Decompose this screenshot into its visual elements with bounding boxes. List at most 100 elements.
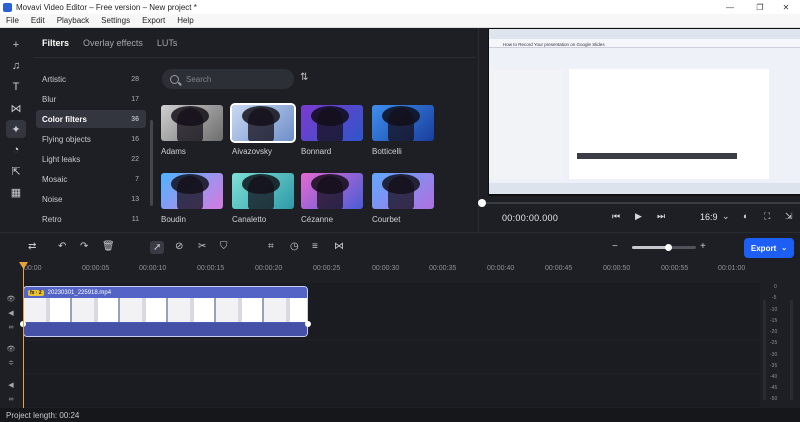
transitions-icon[interactable]: ⋈ [6,99,26,117]
ruler-tick: 00:00:05 [82,265,110,272]
category-item-selected[interactable]: Color filters 36 [36,110,146,128]
select-tool-icon[interactable]: ➚ [150,241,165,254]
audio-mute-icon[interactable]: ◀ [0,306,22,320]
stickers-icon[interactable]: ◔ [6,141,26,159]
add-media-icon[interactable]: + [6,36,26,54]
preview-recorder-bar [577,153,737,159]
visibility-icon[interactable]: 👁 [0,292,22,306]
category-item[interactable]: Flying objects 16 [36,130,146,148]
category-scrollbar[interactable] [150,120,153,206]
meter-label: -15 [770,318,778,324]
track-settings-icon[interactable]: ⇄ [28,241,36,252]
search-input[interactable]: Search [162,69,294,89]
filters-icon[interactable]: ✦ [6,120,26,138]
export-button[interactable]: Export ⌄ [744,238,794,258]
timecode: 00:00:00.000 [502,213,559,223]
split-icon[interactable]: ✂ [198,241,206,252]
menu-edit[interactable]: Edit [31,16,45,25]
zoom-in-icon[interactable]: + [700,241,706,252]
export-label: Export [750,243,777,253]
redo-icon[interactable]: ↷ [80,241,88,252]
category-item[interactable]: Artistic 28 [36,70,146,88]
lock-icon[interactable]: ≑ [0,356,22,370]
ruler-tick: 00:00:20 [255,265,283,272]
preview-scrubber[interactable] [480,202,800,204]
more-tools-icon[interactable]: ▦ [6,183,26,201]
next-frame-icon[interactable]: ⏭ [657,211,665,222]
text-icon[interactable]: T [6,78,26,96]
tab-filters[interactable]: Filters [42,38,69,52]
tab-luts[interactable]: LUTs [157,38,178,52]
timeline-ruler[interactable]: 00:00 00:00:05 00:00:10 00:00:15 00:00:2… [20,262,758,276]
category-item[interactable]: Noise 13 [36,190,146,208]
filter-thumbnail [232,173,294,209]
maximize-icon[interactable]: ❐ [746,0,774,14]
category-item[interactable]: Retro 11 [36,210,146,228]
menu-export[interactable]: Export [142,16,165,25]
speed-icon[interactable]: ◷ [290,241,299,252]
disable-icon[interactable]: ⊘ [175,241,183,252]
marker-icon[interactable]: ⛉ [220,241,228,252]
filter-tile[interactable]: Courbet [372,173,434,224]
aspect-ratio[interactable]: 16:9 [700,212,718,222]
video-clip[interactable]: fx · 2 20230301_225918.mp4 [23,286,308,337]
menu-settings[interactable]: Settings [101,16,130,25]
filter-tile[interactable]: Bonnard [301,105,363,156]
link-icon[interactable]: ∞ [0,320,22,334]
menu-file[interactable]: File [6,16,19,25]
close-icon[interactable]: ✕ [772,0,800,14]
minimize-icon[interactable]: — [716,0,744,14]
crop-icon[interactable]: ⌗ [268,241,274,252]
transition-icon[interactable]: ⋈ [334,241,344,252]
play-icon[interactable]: ▶ [635,211,642,222]
popout-icon[interactable]: ⇲ [785,211,793,222]
preview-scrubber-knob[interactable] [478,199,486,207]
filter-label: Cézanne [301,215,334,224]
music-icon[interactable]: ♫ [6,57,26,75]
audio-mute-icon[interactable]: ◀ [0,378,22,392]
filter-thumbnail [161,105,223,141]
zoom-slider-knob[interactable] [665,244,672,251]
chevron-down-icon[interactable]: ⌄ [722,211,730,222]
sort-icon[interactable]: ⇅ [300,72,308,83]
adjust-icon[interactable]: ≡ [312,241,318,252]
preview-doc-title: How to Record Your presentation on Googl… [503,42,605,47]
menu-playback[interactable]: Playback [57,16,89,25]
filter-tile-selected[interactable]: Aivazovsky [230,103,296,156]
category-item[interactable]: Blur 17 [36,90,146,108]
audio-track[interactable] [22,375,760,407]
preview-doc-outline [489,69,563,179]
filter-tile[interactable]: Cézanne [301,173,363,224]
undo-icon[interactable]: ↶ [58,241,66,252]
search-placeholder: Search [186,74,212,84]
zoom-out-icon[interactable]: − [612,241,618,252]
link-icon[interactable]: ∞ [0,392,22,406]
filter-label: Courbet [372,215,401,224]
meter-bar-left [763,300,766,400]
category-label: Retro [42,214,62,224]
fullscreen-icon[interactable]: ⛶ [764,211,770,222]
menu-help[interactable]: Help [177,16,193,25]
category-label: Flying objects [42,134,91,144]
filter-tile[interactable]: Boudin [161,173,223,224]
delete-icon[interactable]: 🗑 [102,241,115,252]
clip-trim-handle-right[interactable] [305,321,311,327]
callouts-icon[interactable]: ⇱ [6,162,26,180]
category-item[interactable]: Mosaic 7 [36,170,146,188]
filter-tile[interactable]: Botticelli [372,105,434,156]
title-bar: Movavi Video Editor – Free version – New… [0,0,800,14]
meter-label: -50 [770,396,778,402]
effects-tabs: Filters Overlay effects LUTs [42,38,191,52]
volume-icon[interactable]: ◖ [742,211,747,221]
filter-tile[interactable]: Canaletto [232,173,294,224]
overlay-track[interactable] [22,341,760,373]
previous-frame-icon[interactable]: ⏮ [612,211,620,222]
visibility-icon[interactable]: 👁 [0,342,22,356]
playhead-line[interactable] [23,263,24,413]
meter-label: 0 [774,284,777,290]
preview-screen[interactable]: How to Record Your presentation on Googl… [489,29,800,194]
tab-overlay-effects[interactable]: Overlay effects [83,38,143,52]
category-item[interactable]: Light leaks 22 [36,150,146,168]
filter-tile[interactable]: Adams [161,105,223,156]
clip-name: 20230301_225918.mp4 [47,289,112,296]
